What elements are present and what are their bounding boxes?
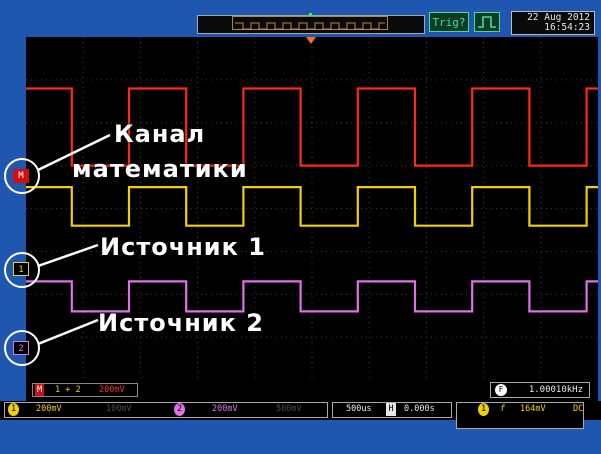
math-channel-callout-line2: математики [72, 155, 248, 183]
trigger-coupling: DC [573, 404, 584, 414]
timebase-value: 500us [346, 404, 372, 414]
frequency-icon: F [495, 384, 507, 396]
horizontal-position-value: 0.000s [404, 404, 435, 414]
ch4-scale: 500mV [276, 404, 302, 414]
math-label: M [35, 384, 45, 396]
trigger-level: 164mV [520, 404, 546, 414]
ch1-id[interactable]: 1 [8, 403, 19, 416]
math-channel-callout-line1: Канал [114, 120, 206, 148]
trigger-source: 1 [478, 403, 489, 416]
ch1-scale: 200mV [36, 404, 62, 414]
source2-callout: Источник 2 [98, 309, 264, 337]
frequency-counter: F 1.00010kHz [490, 382, 590, 398]
math-settings-box[interactable]: M 1 + 2 200mV [32, 383, 138, 397]
ch2-scale: 200mV [212, 404, 238, 414]
math-formula: 1 + 2 [55, 385, 81, 395]
ch3-scale: 100mV [106, 404, 132, 414]
source1-callout: Источник 1 [100, 233, 266, 261]
math-scale: 200mV [99, 385, 125, 395]
horizontal-position-icon: H [386, 403, 396, 416]
ch2-id[interactable]: 2 [174, 403, 185, 416]
frequency-value: 1.00010kHz [528, 385, 583, 395]
trigger-slope-icon: f [500, 404, 506, 414]
